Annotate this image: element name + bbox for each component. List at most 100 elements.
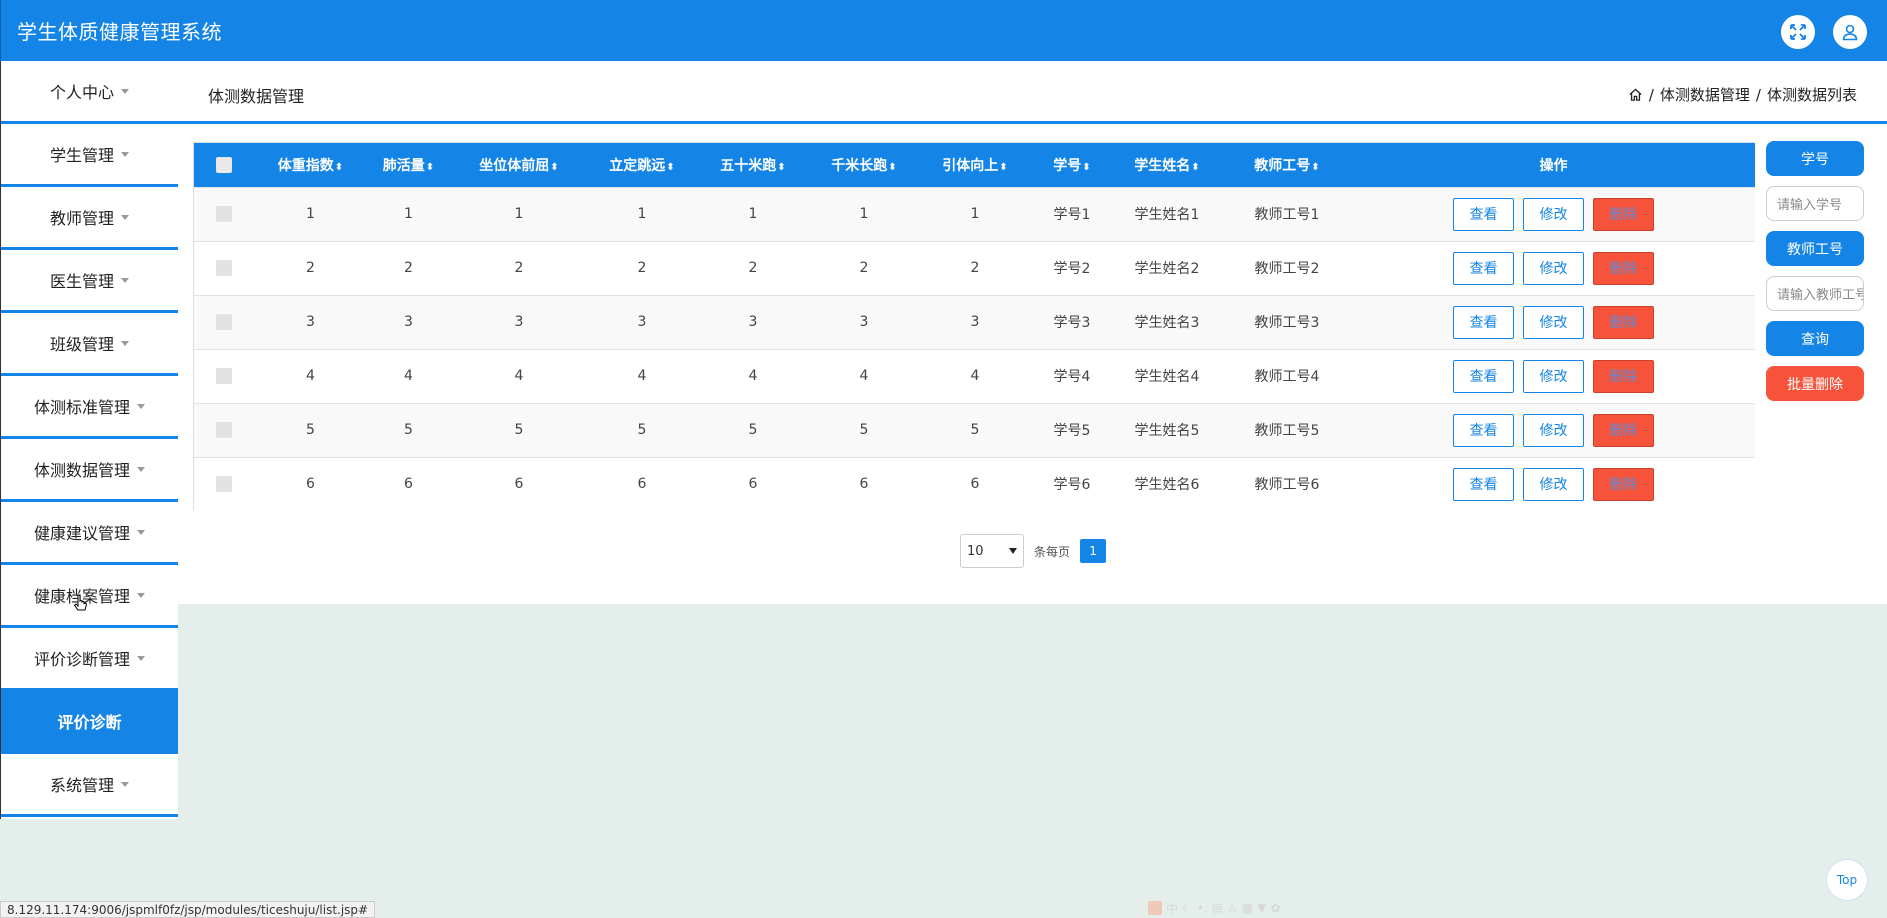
table-cell: 2: [306, 260, 315, 276]
sort-icon[interactable]: ⬍: [777, 162, 785, 173]
column-header[interactable]: 学生姓名⬍: [1112, 143, 1222, 187]
edit-button[interactable]: 修改: [1523, 359, 1584, 393]
sort-icon[interactable]: ⬍: [1191, 162, 1199, 173]
page-size-select[interactable]: 10: [960, 534, 1024, 568]
app-header: 学生体质健康管理系统: [0, 0, 1887, 61]
table-cell: 4: [306, 368, 315, 384]
table-cell: 4: [748, 368, 758, 384]
ime-logo-icon: [1148, 901, 1162, 915]
page-number-button[interactable]: 1: [1080, 539, 1107, 563]
view-button[interactable]: 查看: [1453, 197, 1514, 231]
column-header[interactable]: 坐位体前屈⬍: [450, 143, 588, 187]
column-header[interactable]: 学号⬍: [1032, 143, 1112, 187]
sort-icon[interactable]: ⬍: [550, 162, 558, 173]
fullscreen-icon[interactable]: [1781, 15, 1815, 49]
row-checkbox[interactable]: [216, 314, 232, 330]
view-button[interactable]: 查看: [1453, 467, 1514, 501]
view-button[interactable]: 查看: [1453, 359, 1514, 393]
sort-icon[interactable]: ⬍: [666, 162, 674, 173]
row-checkbox[interactable]: [216, 260, 232, 276]
sidebar-item-11[interactable]: 系统管理: [1, 754, 178, 817]
sort-icon[interactable]: ⬍: [999, 162, 1007, 173]
sidebar-item-1[interactable]: 学生管理: [1, 124, 178, 187]
table-cell: 学号4: [1053, 369, 1091, 385]
delete-button[interactable]: 删除: [1593, 197, 1654, 231]
query-button[interactable]: 查询: [1766, 321, 1864, 356]
table-cell: 教师工号4: [1254, 369, 1320, 385]
table-cell: 6: [970, 476, 980, 493]
user-avatar-icon[interactable]: [1833, 15, 1867, 49]
sidebar-item-3[interactable]: 医生管理: [1, 250, 178, 313]
table-cell: 4: [404, 368, 413, 384]
delete-button[interactable]: 删除: [1593, 467, 1654, 501]
table-cell: 学生姓名5: [1134, 423, 1200, 439]
breadcrumb-item-module[interactable]: 体测数据管理: [1660, 84, 1750, 105]
column-header[interactable]: 教师工号⬍: [1222, 143, 1352, 187]
column-header-label: 体重指数: [277, 157, 334, 174]
sort-icon[interactable]: ⬍: [1311, 162, 1319, 173]
table-row: 4 4 4 4 4 4 4 学号4 学生姓名4 教师工号4 查看 修改 删除: [194, 349, 1755, 403]
column-header[interactable]: 肺活量⬍: [367, 143, 450, 187]
table-cell: 学生姓名2: [1134, 261, 1200, 277]
home-icon[interactable]: [1628, 87, 1643, 102]
sidebar-item-8[interactable]: 健康档案管理: [1, 565, 178, 628]
sidebar-item-7[interactable]: 健康建议管理: [1, 502, 178, 565]
ime-keyboard-icon: ▤: [1211, 901, 1224, 915]
view-button[interactable]: 查看: [1453, 413, 1514, 447]
row-checkbox[interactable]: [216, 422, 232, 438]
table-cell: 5: [748, 422, 758, 438]
sidebar-item-label: 个人中心: [49, 83, 114, 102]
row-checkbox[interactable]: [216, 368, 232, 384]
column-header[interactable]: 千米长跑⬍: [810, 143, 918, 187]
sidebar-item-label: 医生管理: [49, 272, 114, 291]
row-checkbox[interactable]: [216, 476, 232, 493]
row-select-cell: [194, 457, 254, 511]
table-cell: 6: [859, 476, 869, 493]
edit-button[interactable]: 修改: [1523, 251, 1584, 285]
sidebar-item-2[interactable]: 教师管理: [1, 187, 178, 250]
column-header[interactable]: 体重指数⬍: [254, 143, 367, 187]
view-button[interactable]: 查看: [1453, 305, 1514, 339]
select-all-checkbox[interactable]: [216, 156, 232, 173]
batch-delete-button[interactable]: 批量删除: [1766, 366, 1864, 401]
sidebar-item-10[interactable]: 评价诊断: [1, 691, 178, 754]
table-cell: 3: [748, 314, 758, 330]
sort-icon[interactable]: ⬍: [335, 162, 343, 173]
edit-button[interactable]: 修改: [1523, 197, 1584, 231]
delete-button[interactable]: 删除: [1593, 305, 1654, 339]
teacher-id-input[interactable]: 请输入教师工号: [1766, 276, 1864, 311]
table-row: 2 2 2 2 2 2 2 学号2 学生姓名2 教师工号2 查看 修改 删除: [194, 241, 1755, 295]
edit-button[interactable]: 修改: [1523, 305, 1584, 339]
sort-icon[interactable]: ⬍: [426, 162, 434, 173]
row-select-cell: [194, 403, 254, 457]
view-button[interactable]: 查看: [1453, 251, 1514, 285]
column-header[interactable]: 立定跳远⬍: [588, 143, 696, 187]
edit-button[interactable]: 修改: [1523, 413, 1584, 447]
row-checkbox[interactable]: [216, 206, 232, 222]
column-header[interactable]: 五十米跑⬍: [696, 143, 810, 187]
back-to-top-button[interactable]: Top: [1826, 859, 1868, 901]
caret-down-icon: [121, 88, 129, 94]
sidebar-nav: 个人中心学生管理 教师管理医生管理班级管理 体测标准管理 体测数据管理健康建议管理健康…: [0, 61, 178, 819]
sidebar-item-label: 健康建议管理: [33, 524, 130, 543]
delete-button[interactable]: 删除: [1593, 359, 1654, 393]
delete-button[interactable]: 删除: [1593, 413, 1654, 447]
sort-icon[interactable]: ⬍: [1082, 162, 1090, 173]
ime-toolbar: 中 ☾ •, ▤ ♙ ▦ ▼ ✿: [1148, 899, 1280, 917]
table-cell: 5: [306, 422, 315, 438]
column-header[interactable]: 引体向上⬍: [918, 143, 1032, 187]
sidebar-item-6[interactable]: 体测数据管理: [1, 439, 178, 502]
edit-button[interactable]: 修改: [1523, 467, 1584, 501]
table-cell: 教师工号3: [1254, 315, 1320, 331]
sidebar-item-0[interactable]: 个人中心: [1, 61, 178, 124]
page-title: 体测数据管理: [208, 87, 305, 106]
sidebar-item-label: 系统管理: [49, 776, 114, 795]
sidebar-item-9[interactable]: 评价诊断管理: [1, 628, 178, 691]
sidebar-item-5[interactable]: 体测标准管理: [1, 376, 178, 439]
ime-skin-icon: ▼: [1257, 901, 1267, 915]
student-id-input[interactable]: 请输入学号: [1766, 186, 1864, 221]
delete-button[interactable]: 删除: [1593, 251, 1654, 285]
sidebar-item-4[interactable]: 班级管理: [1, 313, 178, 376]
column-header-label: 学号: [1053, 157, 1082, 174]
sort-icon[interactable]: ⬍: [888, 162, 896, 173]
